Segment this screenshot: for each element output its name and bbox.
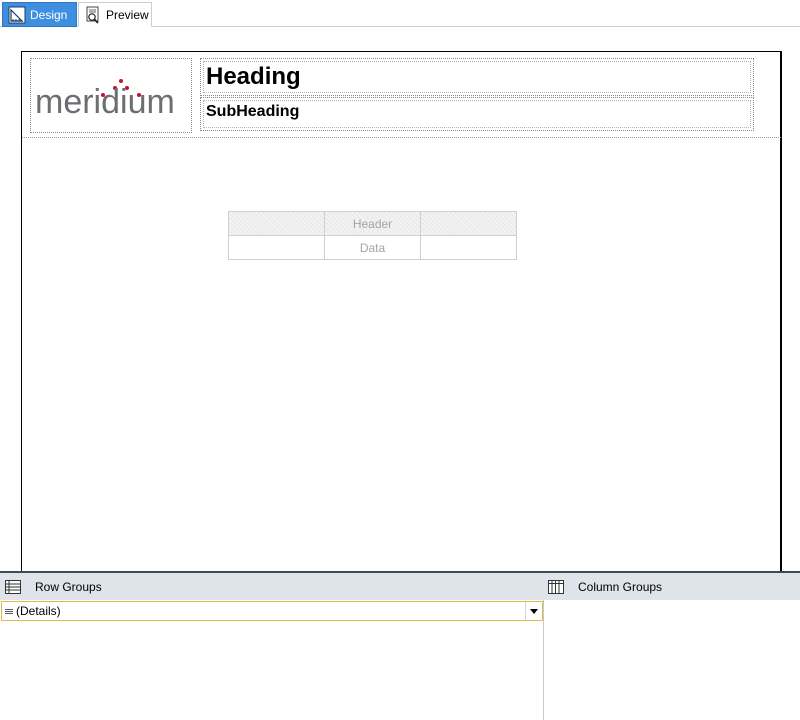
row-groups-header: Row Groups: [0, 573, 544, 600]
report-body[interactable]: meridium Heading SubHeading Header Data: [21, 51, 782, 571]
preview-icon: [84, 6, 102, 24]
tab-design-label: Design: [30, 7, 68, 22]
table-data-row: Data: [228, 235, 517, 260]
tab-design[interactable]: Design: [2, 2, 77, 27]
row-groups-list: (Details): [0, 600, 544, 720]
design-icon: [8, 6, 26, 24]
details-group-icon: [5, 608, 13, 614]
row-groups-icon: [5, 579, 21, 594]
table-header-cell[interactable]: [420, 211, 517, 236]
table-header-row: Header: [228, 211, 517, 236]
subheading-text: SubHeading: [206, 103, 300, 120]
grouping-pane: Row Groups Column Groups (Details): [0, 571, 800, 720]
chevron-down-icon: [530, 608, 538, 614]
column-groups-icon: [548, 579, 564, 594]
table-header-cell[interactable]: [228, 211, 325, 236]
page-header[interactable]: meridium Heading SubHeading: [22, 52, 781, 138]
designer-tab-bar: Design Preview: [0, 0, 800, 27]
row-group-dropdown-button[interactable]: [525, 602, 542, 620]
table-data-cell[interactable]: Data: [324, 235, 421, 260]
table-header-cell[interactable]: Header: [324, 211, 421, 236]
row-group-details[interactable]: (Details): [1, 601, 543, 621]
table-data-cell[interactable]: [420, 235, 517, 260]
subheading-textbox[interactable]: SubHeading: [200, 97, 754, 131]
grouping-pane-header: Row Groups Column Groups: [0, 573, 800, 600]
design-surface: meridium Heading SubHeading Header Data: [0, 28, 800, 571]
heading-textbox[interactable]: Heading: [200, 58, 754, 96]
logo-wordmark: meridium: [35, 83, 175, 121]
tab-preview[interactable]: Preview: [78, 2, 152, 27]
table-data-cell[interactable]: [228, 235, 325, 260]
row-groups-label: Row Groups: [35, 579, 102, 594]
heading-text: Heading: [206, 63, 301, 90]
column-groups-header: Column Groups: [544, 573, 800, 600]
logo-image[interactable]: meridium: [30, 58, 192, 133]
column-groups-label: Column Groups: [578, 579, 663, 594]
row-group-details-label: (Details): [16, 604, 61, 618]
report-table[interactable]: Header Data: [228, 211, 517, 260]
tab-preview-label: Preview: [106, 7, 149, 22]
